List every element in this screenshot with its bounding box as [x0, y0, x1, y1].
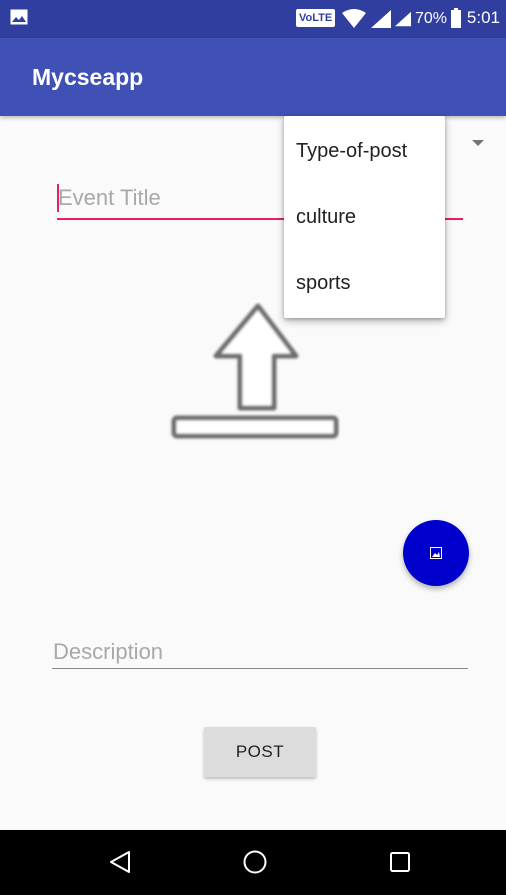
volte-badge: VoLTE: [296, 9, 336, 27]
dropdown-item-sports[interactable]: sports: [284, 250, 445, 316]
pick-image-button[interactable]: [403, 520, 469, 586]
status-bar: VoLTE 70% 70% 5:01: [0, 0, 506, 38]
post-type-dropdown: Type-of-post culture sports: [284, 116, 445, 318]
description-underline: [52, 668, 468, 669]
battery-icon: [451, 8, 461, 28]
signal-icon: [395, 11, 411, 27]
app-title: Mycseapp: [32, 64, 144, 90]
description-field[interactable]: Description: [52, 634, 468, 674]
status-clock: 5:01: [466, 8, 500, 27]
description-input[interactable]: Description: [53, 636, 163, 668]
navigation-bar: [0, 830, 506, 895]
text-cursor: [57, 184, 59, 212]
image-icon: [430, 547, 442, 559]
spinner-arrow-icon[interactable]: [472, 140, 484, 146]
signal-icon: [371, 10, 391, 28]
back-icon[interactable]: [109, 850, 131, 874]
upload-icon[interactable]: [168, 302, 340, 442]
event-title-input[interactable]: Event Title: [58, 182, 161, 214]
wifi-icon: [342, 9, 366, 28]
gallery-icon: [10, 9, 28, 25]
dropdown-item-culture[interactable]: culture: [284, 184, 445, 250]
home-icon[interactable]: [243, 850, 267, 874]
dropdown-item-type-of-post[interactable]: Type-of-post: [284, 118, 445, 184]
battery-percent: 70%: [415, 10, 448, 27]
post-button[interactable]: POST: [204, 727, 316, 777]
recents-icon[interactable]: [390, 852, 410, 872]
app-bar: Mycseapp: [0, 38, 506, 116]
